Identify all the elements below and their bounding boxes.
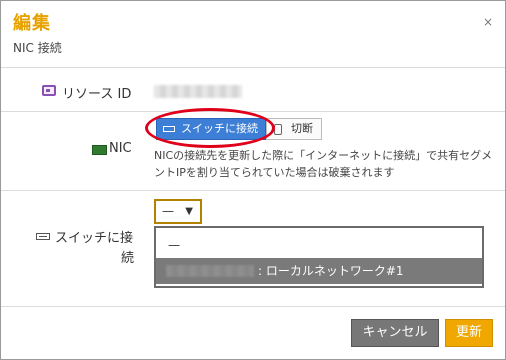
- resource-id-label: リソース ID: [62, 87, 132, 102]
- chevron-down-icon: ▼: [185, 206, 193, 217]
- divider: [1, 111, 505, 112]
- switch-label-line2: 続: [121, 251, 135, 266]
- dropdown-option-none[interactable]: —: [156, 232, 482, 258]
- dropdown-option-label: : ローカルネットワーク#1: [258, 264, 404, 278]
- close-icon[interactable]: ×: [483, 15, 493, 29]
- dropdown-option-local-network[interactable]: : ローカルネットワーク#1: [156, 258, 482, 284]
- switch-select[interactable]: — ▼: [154, 199, 202, 224]
- disconnect-button-label: 切断: [291, 122, 313, 135]
- switch-icon: [163, 126, 175, 132]
- update-button[interactable]: 更新: [445, 319, 493, 347]
- switch-dropdown-list: — : ローカルネットワーク#1: [154, 226, 484, 288]
- switch-id-redacted: [166, 265, 254, 277]
- switch-icon: [36, 233, 50, 240]
- dialog-title: 編集: [13, 13, 51, 34]
- edit-dialog: 編集 NIC 接続 × リソース ID NIC スイッチに接続 切断 NICの接…: [0, 0, 506, 360]
- switch-label-line1: スイッチに接: [55, 231, 134, 246]
- plug-icon: [274, 124, 282, 135]
- nic-label: NIC: [109, 141, 132, 156]
- connect-switch-button[interactable]: スイッチに接続: [156, 118, 266, 140]
- id-card-icon: [42, 85, 56, 96]
- nic-note: NICの接続先を更新した際に「インターネットに接続」で共有セグメントIPを割り当…: [154, 149, 493, 179]
- resource-id-value-redacted: [154, 85, 242, 98]
- dialog-subtitle: NIC 接続: [13, 41, 62, 55]
- connect-switch-button-label: スイッチに接続: [181, 122, 258, 135]
- divider: [1, 67, 505, 68]
- nic-card-icon: [92, 145, 107, 155]
- disconnect-button[interactable]: 切断: [266, 118, 322, 140]
- cancel-button[interactable]: キャンセル: [351, 319, 439, 347]
- divider: [1, 306, 505, 307]
- switch-select-value: —: [162, 204, 174, 218]
- divider: [1, 190, 505, 191]
